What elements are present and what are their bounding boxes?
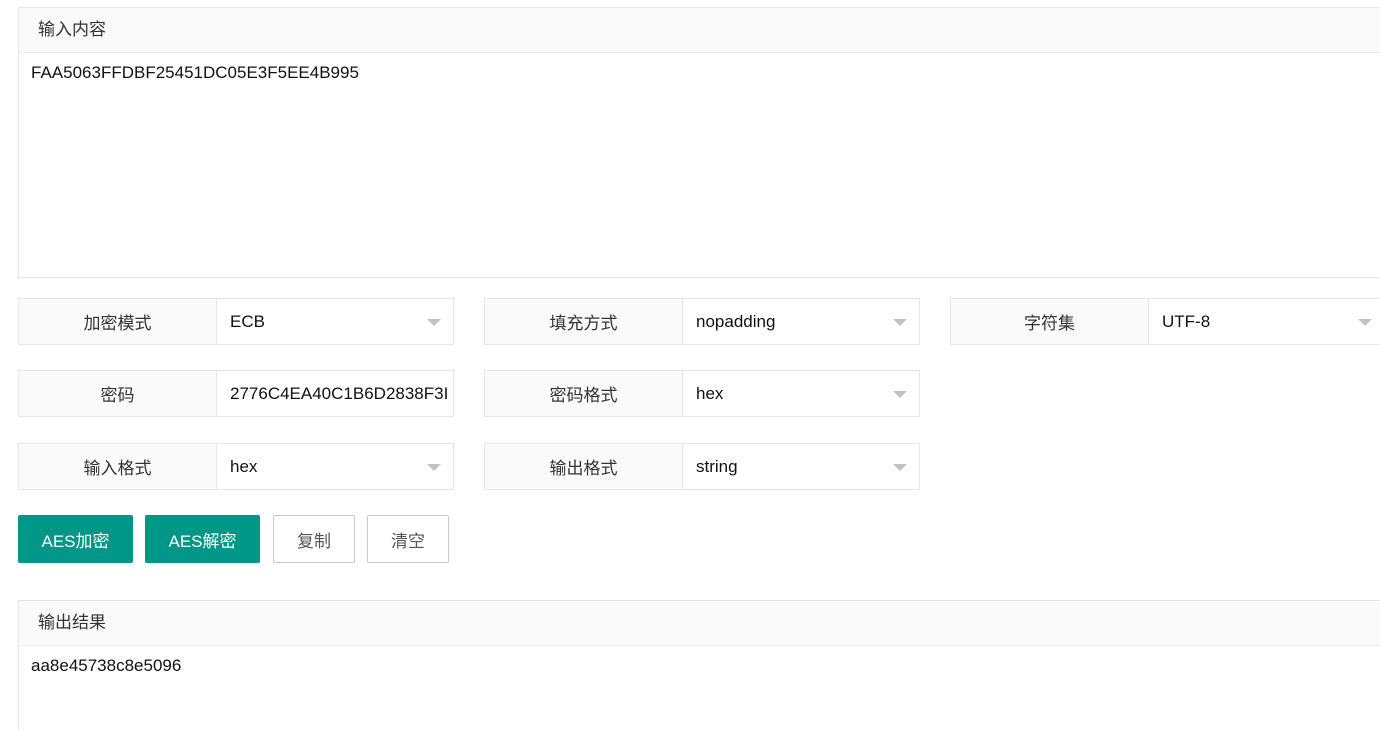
- charset-select[interactable]: UTF-8: [1149, 299, 1380, 344]
- padding-select[interactable]: nopadding: [683, 299, 919, 344]
- password-format-value: hex: [696, 383, 724, 403]
- dropdown-caret-icon[interactable]: [1358, 318, 1372, 326]
- output-format-value: string: [696, 456, 738, 476]
- padding-field: 填充方式 nopadding: [484, 298, 920, 345]
- password-field: 密码 2776C4EA40C1B6D2838F3I: [18, 370, 454, 417]
- output-format-field: 输出格式 string: [484, 443, 920, 490]
- input-panel: 输入内容 FAA5063FFDBF25451DC05E3F5EE4B995: [18, 7, 1380, 278]
- aes-encrypt-button[interactable]: AES加密: [18, 515, 133, 563]
- charset-label: 字符集: [951, 299, 1149, 344]
- padding-label: 填充方式: [485, 299, 683, 344]
- dropdown-caret-icon[interactable]: [893, 390, 907, 398]
- dropdown-caret-icon[interactable]: [427, 318, 441, 326]
- password-input[interactable]: 2776C4EA40C1B6D2838F3I: [217, 371, 453, 416]
- password-format-field: 密码格式 hex: [484, 370, 920, 417]
- input-format-label: 输入格式: [19, 444, 217, 489]
- output-textarea[interactable]: aa8e45738c8e5096: [19, 646, 1380, 686]
- input-textarea[interactable]: FAA5063FFDBF25451DC05E3F5EE4B995: [19, 53, 1380, 277]
- encrypt-mode-field: 加密模式 ECB: [18, 298, 454, 345]
- encrypt-mode-select[interactable]: ECB: [217, 299, 453, 344]
- output-format-label: 输出格式: [485, 444, 683, 489]
- input-format-field: 输入格式 hex: [18, 443, 454, 490]
- copy-button[interactable]: 复制: [273, 515, 355, 563]
- encrypt-mode-value: ECB: [230, 311, 265, 331]
- password-label: 密码: [19, 371, 217, 416]
- output-format-select[interactable]: string: [683, 444, 919, 489]
- input-format-select[interactable]: hex: [217, 444, 453, 489]
- encrypt-mode-label: 加密模式: [19, 299, 217, 344]
- input-panel-title: 输入内容: [19, 8, 1380, 53]
- dropdown-caret-icon[interactable]: [893, 318, 907, 326]
- output-panel-title: 输出结果: [19, 601, 1380, 646]
- charset-value: UTF-8: [1162, 311, 1211, 331]
- clear-button[interactable]: 清空: [367, 515, 449, 563]
- output-panel: 输出结果 aa8e45738c8e5096: [18, 600, 1380, 730]
- charset-field: 字符集 UTF-8: [950, 298, 1380, 345]
- password-format-label: 密码格式: [485, 371, 683, 416]
- aes-decrypt-button[interactable]: AES解密: [145, 515, 260, 563]
- input-format-value: hex: [230, 456, 258, 476]
- dropdown-caret-icon[interactable]: [893, 463, 907, 471]
- password-format-select[interactable]: hex: [683, 371, 919, 416]
- padding-value: nopadding: [696, 311, 776, 331]
- dropdown-caret-icon[interactable]: [427, 463, 441, 471]
